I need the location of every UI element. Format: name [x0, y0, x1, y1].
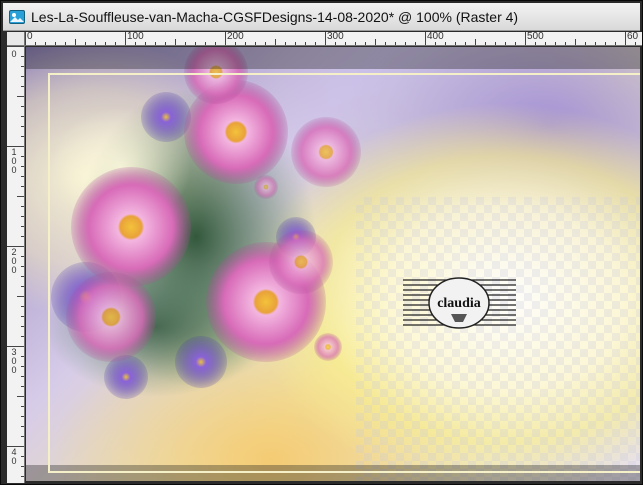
image-canvas[interactable]: claudia	[26, 47, 640, 481]
watermark-text: claudia	[437, 296, 481, 311]
hruler-label-500: 500	[527, 32, 544, 42]
hruler-label-300: 300	[327, 32, 344, 42]
top-dark-border	[26, 47, 640, 69]
claudia-watermark: claudia	[403, 277, 516, 329]
image-window[interactable]: Les-La-Souffleuse-van-Macha-CGSFDesigns-…	[0, 0, 643, 485]
vertical-ruler[interactable]: 0 100 200 300 40	[7, 46, 25, 483]
vruler-label-0: 0	[11, 49, 17, 59]
hruler-label-200: 200	[227, 32, 244, 42]
hruler-label-400: 400	[427, 32, 444, 42]
window-title: Les-La-Souffleuse-van-Macha-CGSFDesigns-…	[31, 8, 519, 25]
ruler-corner	[7, 32, 25, 46]
hruler-label-0: 0	[27, 32, 33, 42]
horizontal-ruler[interactable]: 0 100 200 300 400 500 60	[25, 32, 642, 46]
hruler-label-100: 100	[127, 32, 144, 42]
hruler-label-600: 60	[627, 32, 639, 42]
vruler-label-300: 300	[11, 347, 17, 375]
vruler-label-100: 100	[11, 147, 17, 175]
image-document-icon	[9, 9, 25, 24]
vruler-label-400: 40	[11, 447, 17, 466]
inner-frame-line	[48, 73, 640, 473]
vruler-label-200: 200	[11, 247, 17, 275]
title-bar[interactable]: Les-La-Souffleuse-van-Macha-CGSFDesigns-…	[3, 3, 640, 31]
